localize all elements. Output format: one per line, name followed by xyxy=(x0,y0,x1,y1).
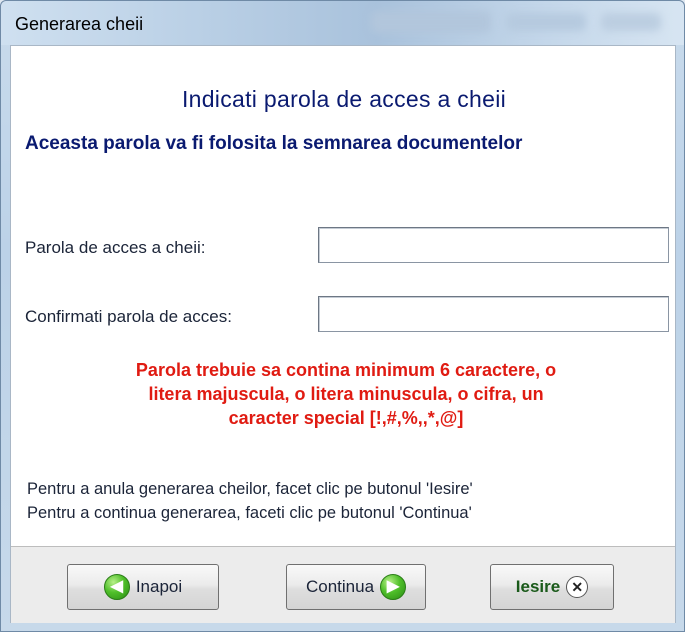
close-icon: ✕ xyxy=(566,576,589,598)
button-bar: ◀ Inapoi Continua ▶ Iesire ✕ xyxy=(11,546,675,623)
exit-button-label: Iesire xyxy=(515,577,561,596)
title-bar[interactable]: Generarea cheii xyxy=(1,1,684,45)
continue-instructions: Pentru a continua generarea, faceti clic… xyxy=(27,504,472,522)
dialog-content: Indicati parola de acces a cheii Aceasta… xyxy=(10,45,676,623)
page-subtitle: Aceasta parola va fi folosita la semnare… xyxy=(25,133,523,154)
password-label: Parola de acces a cheii: xyxy=(25,238,206,257)
title-bar-blur xyxy=(506,13,586,31)
continue-button[interactable]: Continua ▶ xyxy=(286,564,426,610)
back-button[interactable]: ◀ Inapoi xyxy=(67,564,219,610)
dialog-window: Generarea cheii Indicati parola de acces… xyxy=(0,0,685,632)
title-bar-blur xyxy=(371,11,491,33)
warning-line: caracter special [!,#,%,,*,@] xyxy=(228,408,464,428)
warning-line: litera majuscula, o litera minuscula, o … xyxy=(148,384,544,404)
password-requirements-warning: Parola trebuie sa contina minimum 6 cara… xyxy=(31,358,661,430)
arrow-right-icon: ▶ xyxy=(380,574,407,600)
page-title: Indicati parola de acces a cheii xyxy=(181,86,507,112)
warning-line: Parola trebuie sa contina minimum 6 cara… xyxy=(135,360,557,380)
arrow-left-icon: ◀ xyxy=(103,574,130,600)
exit-button[interactable]: Iesire ✕ xyxy=(490,564,614,610)
back-button-label: Inapoi xyxy=(135,577,183,596)
continue-button-label: Continua xyxy=(305,577,375,596)
confirm-password-input[interactable] xyxy=(318,296,669,332)
window-title: Generarea cheii xyxy=(15,14,144,34)
confirm-password-label: Confirmati parola de acces: xyxy=(25,307,232,326)
title-bar-blur xyxy=(601,13,661,31)
password-input[interactable] xyxy=(318,227,669,263)
cancel-instructions: Pentru a anula generarea cheilor, facet … xyxy=(27,480,473,498)
